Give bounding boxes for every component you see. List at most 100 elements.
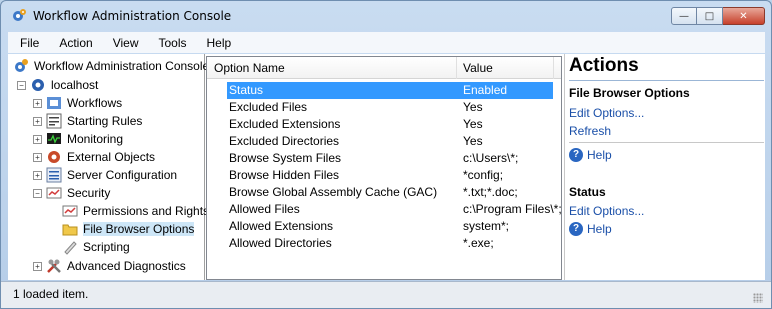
menu-tools[interactable]: Tools xyxy=(151,36,195,50)
client-area: Workflow Administration Console − localh… xyxy=(8,54,765,280)
gear-app-icon xyxy=(13,9,26,21)
tree-item-security[interactable]: − Security xyxy=(33,184,110,202)
folder-icon xyxy=(62,224,78,236)
help-link[interactable]: ? Help xyxy=(569,148,612,162)
option-name: Browse Hidden Files xyxy=(229,168,340,182)
tree-item-starting-rules[interactable]: + Starting Rules xyxy=(33,112,142,130)
expand-icon[interactable]: + xyxy=(33,116,42,126)
security-icon xyxy=(46,187,62,199)
list-row[interactable]: Excluded Files Yes xyxy=(227,99,553,116)
resize-grip-icon[interactable] xyxy=(753,293,763,303)
maximize-button[interactable]: □ xyxy=(697,7,723,25)
options-list[interactable]: Option Name Value Status Enabled Exclude… xyxy=(206,56,562,280)
menu-action[interactable]: Action xyxy=(51,36,100,50)
option-value: *.txt;*.doc; xyxy=(463,185,518,199)
list-row[interactable]: Allowed Directories *.exe; xyxy=(227,235,553,252)
tree-item-monitoring[interactable]: + Monitoring xyxy=(33,130,123,148)
menu-view[interactable]: View xyxy=(105,36,147,50)
refresh-link[interactable]: Refresh xyxy=(569,124,611,138)
window-controls: — □ ✕ xyxy=(671,7,765,25)
divider xyxy=(569,142,764,143)
menu-help[interactable]: Help xyxy=(199,36,240,50)
expand-icon[interactable]: + xyxy=(33,134,42,144)
list-row[interactable]: Excluded Directories Yes xyxy=(227,133,553,150)
help-link[interactable]: ? Help xyxy=(569,222,612,236)
edit-options-link[interactable]: Edit Options... xyxy=(569,204,644,218)
option-value: c:\Program Files\*; xyxy=(463,202,562,216)
option-name: Allowed Files xyxy=(229,202,300,216)
tree-item-label: Workflows xyxy=(67,96,123,110)
tree-item-label: Server Configuration xyxy=(67,168,178,182)
tools-icon xyxy=(47,259,61,273)
tree-host[interactable]: − localhost xyxy=(17,76,98,94)
tree-item-label: Advanced Diagnostics xyxy=(67,259,186,273)
tree-item-file-browser-options[interactable]: File Browser Options xyxy=(62,220,195,238)
tree-item-server-configuration[interactable]: + Server Configuration xyxy=(33,166,177,184)
tree-item-label: Scripting xyxy=(83,240,130,254)
help-label: Help xyxy=(587,222,612,236)
tree-item-label: Security xyxy=(67,186,111,200)
tree-host-label: localhost xyxy=(51,78,99,92)
tree-item-label: Starting Rules xyxy=(67,114,143,128)
server-gear-icon xyxy=(32,79,44,91)
menu-bar: File Action View Tools Help xyxy=(8,32,765,53)
list-row-status[interactable]: Status Enabled xyxy=(227,82,553,99)
status-text: 1 loaded item. xyxy=(13,287,89,301)
expand-icon[interactable]: + xyxy=(33,261,42,271)
list-row[interactable]: Browse Hidden Files *config; xyxy=(227,167,553,184)
maximize-icon: □ xyxy=(704,10,715,22)
close-button[interactable]: ✕ xyxy=(723,7,765,25)
section-title-file-browser-options: File Browser Options xyxy=(569,86,690,100)
collapse-icon[interactable]: − xyxy=(33,188,42,198)
collapse-icon[interactable]: − xyxy=(17,80,26,90)
column-divider[interactable] xyxy=(553,57,554,79)
option-value: *.exe; xyxy=(463,236,494,250)
option-name: Browse System Files xyxy=(229,151,342,165)
workflow-icon xyxy=(47,97,61,109)
tree-item-label: External Objects xyxy=(67,150,156,164)
monitor-icon xyxy=(47,133,61,144)
option-value: system*; xyxy=(463,219,510,233)
tree-item-external-objects[interactable]: + External Objects xyxy=(33,148,155,166)
scripting-pen-icon xyxy=(64,241,77,255)
tree-item-permissions[interactable]: Permissions and Rights xyxy=(62,202,209,220)
help-label: Help xyxy=(587,148,612,162)
expand-icon[interactable]: + xyxy=(33,170,42,180)
actions-pane: Actions File Browser Options Edit Option… xyxy=(564,54,765,280)
list-row[interactable]: Browse Global Assembly Cache (GAC) *.txt… xyxy=(227,184,553,201)
list-row[interactable]: Allowed Extensions system*; xyxy=(227,218,553,235)
minimize-button[interactable]: — xyxy=(671,7,697,25)
tree-root[interactable]: Workflow Administration Console xyxy=(13,57,209,75)
option-value: Yes xyxy=(463,117,483,131)
app-window: Workflow Administration Console — □ ✕ Fi… xyxy=(0,0,772,309)
permissions-icon xyxy=(62,205,78,217)
tree-item-advanced-diagnostics[interactable]: + Advanced Diagnostics xyxy=(33,257,186,275)
minimize-icon: — xyxy=(679,10,689,22)
column-divider[interactable] xyxy=(456,57,457,79)
option-value: c:\Users\*; xyxy=(463,151,519,165)
help-icon: ? xyxy=(569,148,583,162)
option-name: Browse Global Assembly Cache (GAC) xyxy=(229,185,438,199)
tree-item-label: File Browser Options xyxy=(83,222,195,236)
column-header-option-name[interactable]: Option Name xyxy=(214,61,285,75)
section-title-status: Status xyxy=(569,185,606,199)
column-header-value[interactable]: Value xyxy=(463,61,493,75)
help-icon: ? xyxy=(569,222,583,236)
tree-item-workflows[interactable]: + Workflows xyxy=(33,94,122,112)
option-name: Status xyxy=(229,83,264,97)
close-icon: ✕ xyxy=(739,10,748,22)
tree-item-scripting[interactable]: Scripting xyxy=(62,238,130,256)
list-row[interactable]: Browse System Files c:\Users\*; xyxy=(227,150,553,167)
list-row[interactable]: Allowed Files c:\Program Files\*; xyxy=(227,201,562,218)
expand-icon[interactable]: + xyxy=(33,152,42,162)
window-title: Workflow Administration Console xyxy=(33,9,232,23)
expand-icon[interactable]: + xyxy=(33,98,42,108)
menu-file[interactable]: File xyxy=(12,36,47,50)
list-row[interactable]: Excluded Extensions Yes xyxy=(227,116,553,133)
edit-options-link[interactable]: Edit Options... xyxy=(569,106,644,120)
tree-item-label: Monitoring xyxy=(67,132,124,146)
option-name: Excluded Extensions xyxy=(229,117,341,131)
config-list-icon xyxy=(46,167,62,183)
option-name: Allowed Directories xyxy=(229,236,332,250)
navigation-tree[interactable]: Workflow Administration Console − localh… xyxy=(9,54,209,280)
